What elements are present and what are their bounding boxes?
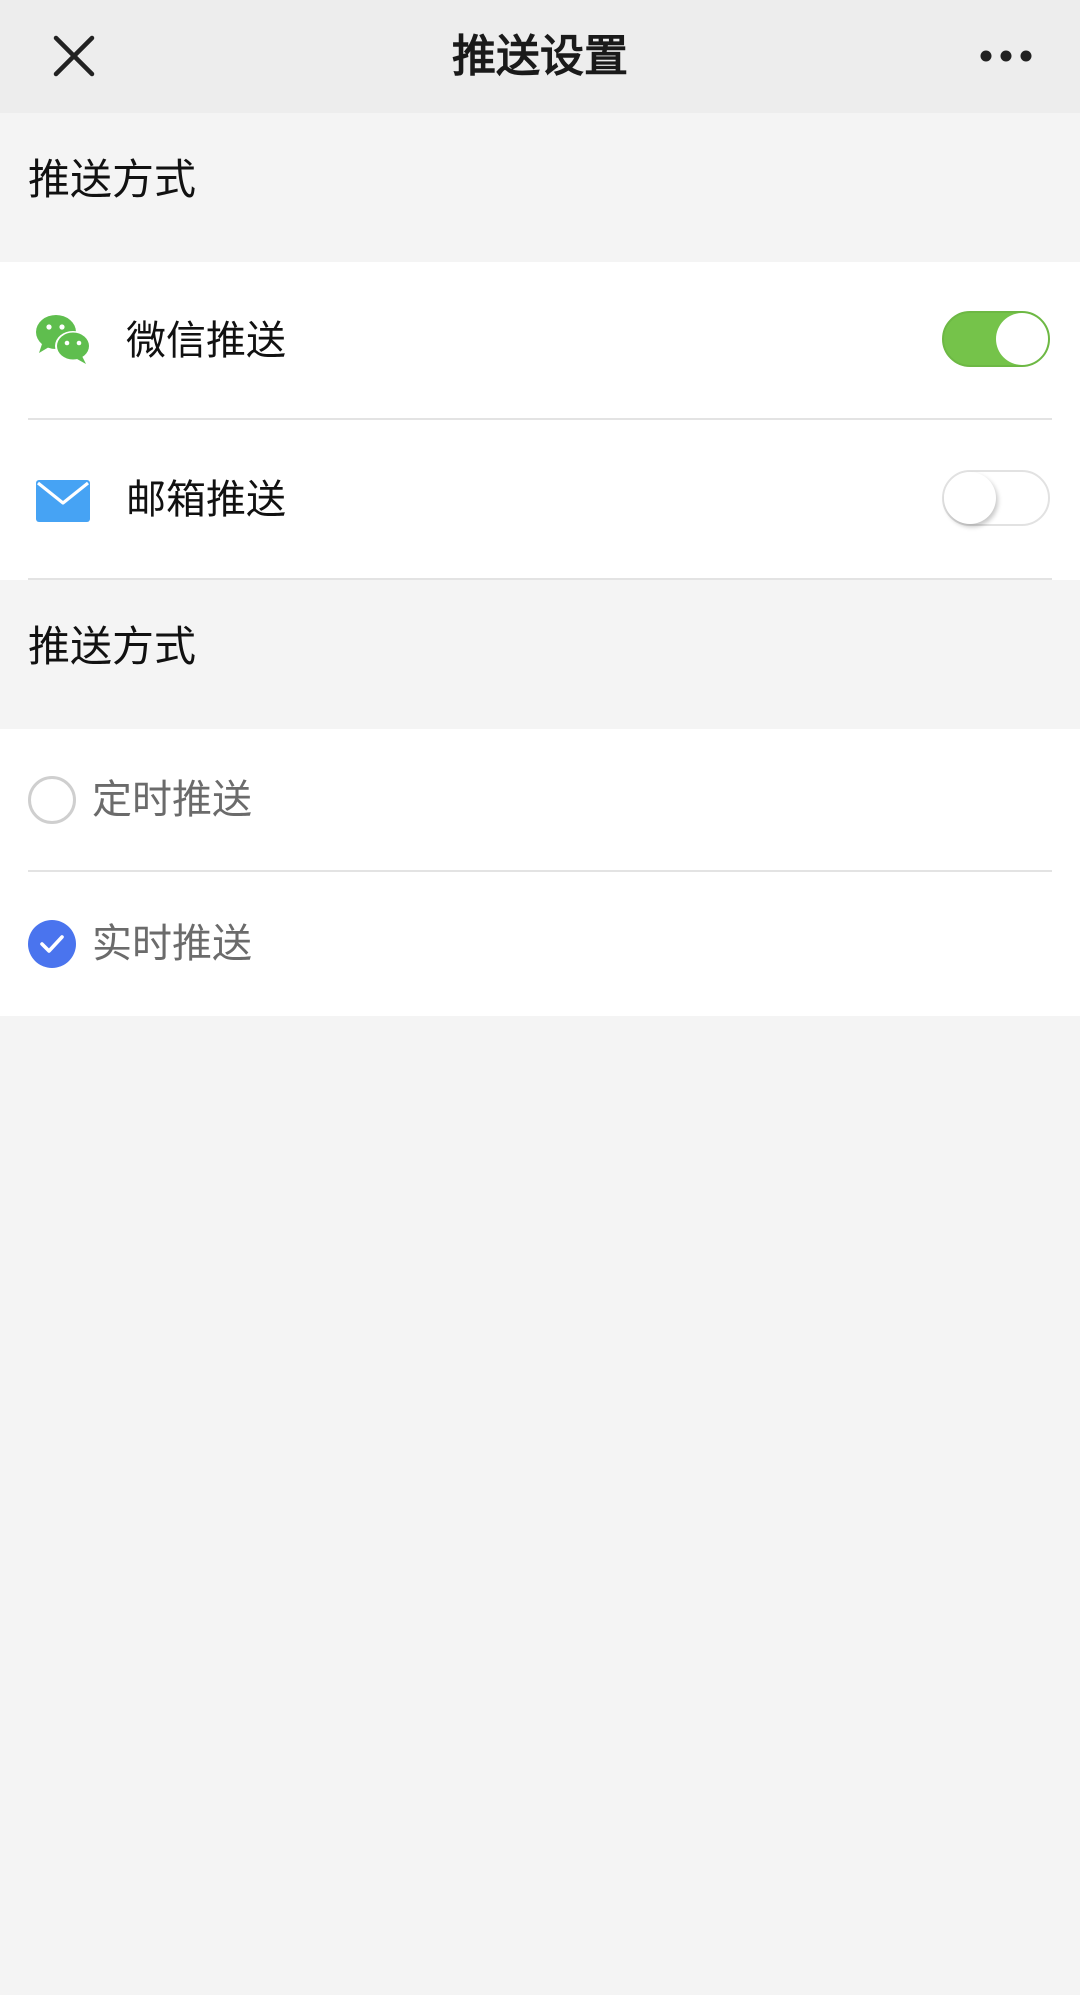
channel-label-mail: 邮箱推送 — [126, 477, 286, 523]
divider — [28, 870, 1052, 872]
section-header-channel: 推送方式 — [28, 155, 197, 204]
divider — [28, 418, 1052, 420]
channel-label-wechat: 微信推送 — [126, 318, 286, 364]
mode-card: 定时推送 实时推送 — [0, 729, 1080, 1016]
channel-row-wechat[interactable]: 微信推送 — [0, 262, 1080, 420]
page-title: 推送设置 — [452, 31, 628, 82]
more-button[interactable] — [970, 22, 1042, 90]
mode-label-scheduled: 定时推送 — [92, 777, 252, 823]
radio-scheduled[interactable] — [28, 776, 76, 824]
switch-knob — [944, 472, 996, 524]
mail-icon — [36, 480, 90, 522]
radio-realtime[interactable] — [28, 920, 76, 968]
mode-row-realtime[interactable]: 实时推送 — [0, 873, 1080, 1017]
wechat-push-switch[interactable] — [942, 311, 1050, 367]
mode-label-realtime: 实时推送 — [92, 921, 252, 967]
channel-row-mail[interactable]: 邮箱推送 — [0, 421, 1080, 579]
check-icon — [40, 935, 64, 953]
mode-row-scheduled[interactable]: 定时推送 — [0, 729, 1080, 873]
wechat-icon — [36, 315, 91, 364]
switch-knob — [996, 313, 1048, 365]
nav-bar: 推送设置 — [0, 0, 1080, 113]
more-icon — [980, 50, 1032, 62]
channel-card: 微信推送 邮箱推送 — [0, 262, 1080, 580]
mail-push-switch[interactable] — [942, 470, 1050, 526]
section-header-mode: 推送方式 — [28, 622, 197, 671]
divider — [28, 578, 1052, 580]
